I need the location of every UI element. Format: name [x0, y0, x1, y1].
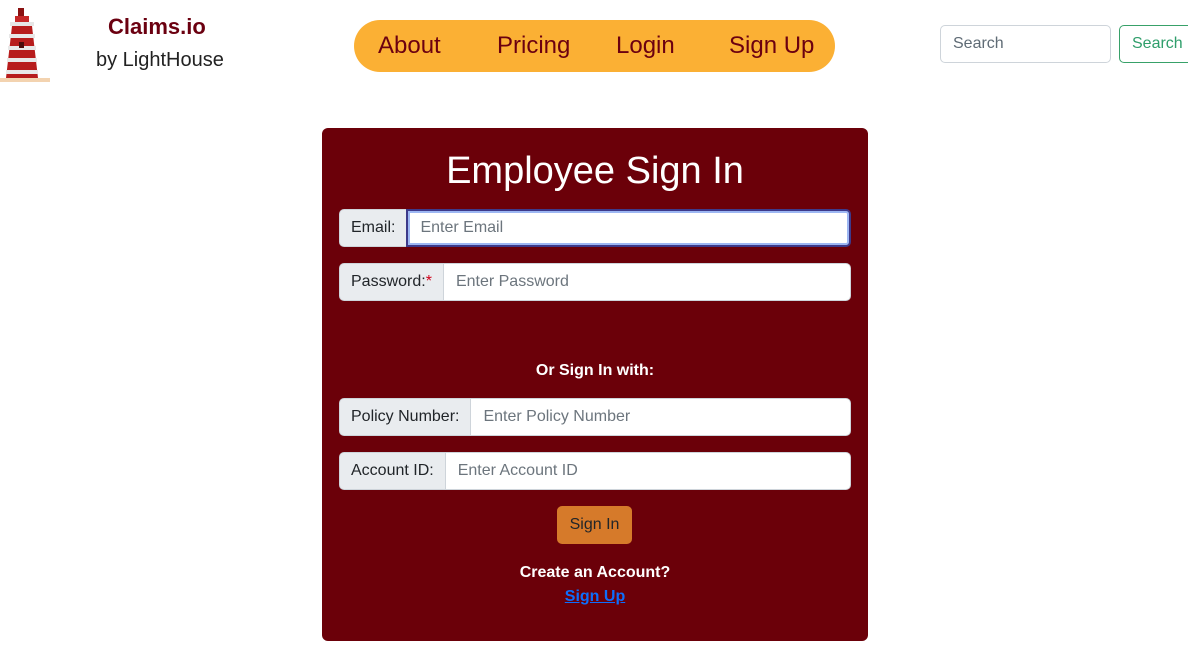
nav-pricing-link[interactable]: Pricing [497, 32, 570, 60]
password-field-group: Password:* [339, 263, 851, 301]
password-label: Password:* [339, 263, 443, 301]
email-input[interactable] [406, 209, 851, 247]
nav-login-link[interactable]: Login [616, 32, 675, 60]
nav-about-link[interactable]: About [378, 32, 441, 60]
email-field-group: Email: [339, 209, 851, 247]
search-input[interactable] [940, 25, 1111, 63]
nav-signup-link[interactable]: Sign Up [729, 32, 814, 60]
account-id-label: Account ID: [339, 452, 445, 490]
email-label: Email: [339, 209, 407, 247]
policy-number-label: Policy Number: [339, 398, 471, 436]
signup-link-wrapper: Sign Up [322, 587, 868, 607]
brand-subtitle: by LightHouse [96, 49, 224, 71]
signup-link[interactable]: Sign Up [565, 588, 625, 605]
policy-number-input[interactable] [470, 398, 851, 436]
alt-signin-heading: Or Sign In with: [535, 362, 655, 379]
signin-title: Employee Sign In [446, 150, 744, 192]
signin-button[interactable]: Sign In [557, 506, 632, 544]
account-id-input[interactable] [444, 452, 851, 490]
password-label-text: Password: [351, 273, 426, 290]
account-id-field-group: Account ID: [339, 452, 851, 490]
signin-card: Employee Sign In Email: Password:* Or Si… [322, 128, 868, 641]
brand-title: Claims.io [108, 14, 206, 39]
policy-number-field-group: Policy Number: [339, 398, 851, 436]
password-input[interactable] [442, 263, 851, 301]
required-mark: * [425, 273, 432, 290]
page: Claims.io by LightHouse About Pricing Lo… [0, 0, 1188, 661]
search-button[interactable]: Search [1119, 25, 1188, 63]
lighthouse-icon [0, 8, 50, 82]
main-nav: About Pricing Login Sign Up [354, 20, 835, 72]
create-account-text: Create an Account? [519, 564, 671, 581]
